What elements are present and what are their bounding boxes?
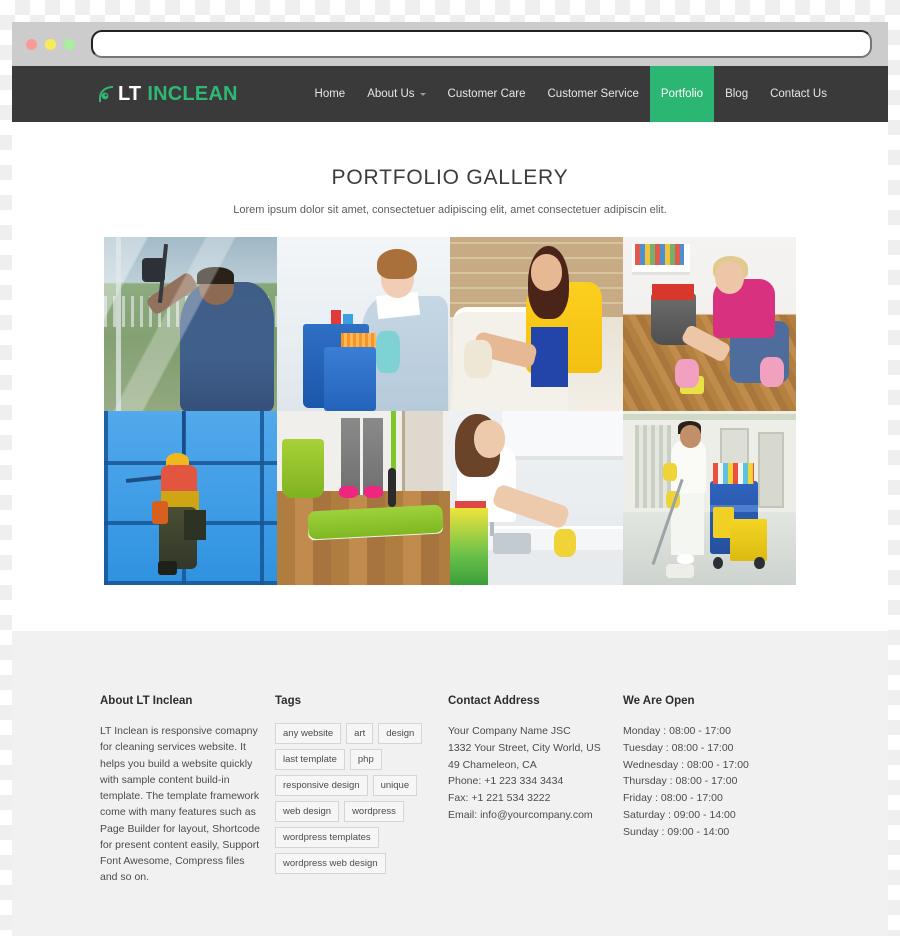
tag-item[interactable]: responsive design [275,775,368,796]
page-content: PORTFOLIO GALLERY Lorem ipsum dolor sit … [12,122,888,936]
tag-item[interactable]: php [349,749,382,770]
footer-columns: About LT Inclean LT Inclean is responsiv… [100,695,800,886]
logo-text-secondary: INCLEAN [147,82,238,105]
nav-item-contact-us[interactable]: Contact Us [759,66,838,122]
nav-label: Customer Care [447,88,526,100]
hours-line-sunday: Sunday : 09:00 - 14:00 [623,825,730,838]
contact-line: Your Company Name JSC [448,725,571,737]
tags-heading: Tags [275,695,301,707]
footer-column-hours: We Are Open Monday : 08:00 - 17:00 Tuesd… [623,695,798,886]
footer-column-contact: Contact Address Your Company Name JSC 13… [448,695,623,886]
tag-cloud: any website art design last template php… [275,723,434,874]
chevron-down-icon [419,92,426,96]
about-body: LT Inclean is responsive comapny for cle… [100,725,260,884]
contact-line: 1332 Your Street, City World, US [448,741,601,754]
address-bar-input[interactable] [91,30,872,58]
nav-item-customer-service[interactable]: Customer Service [537,66,650,122]
gallery-item-rope-access-facade[interactable] [104,411,277,585]
gallery-item-woman-with-bucket[interactable] [277,237,450,411]
footer-column-about: About LT Inclean LT Inclean is responsiv… [100,695,275,886]
tag-item[interactable]: wordpress templates [275,827,379,848]
hours-line-thursday: Thursday : 08:00 - 17:00 [623,775,738,788]
hours-line-wednesday: Wednesday : 08:00 - 17:00 [623,758,749,771]
nav-label: Portfolio [660,88,704,100]
gallery-item-window-cleaner[interactable] [104,237,277,411]
hours-line-tuesday: Tuesday : 08:00 - 17:00 [623,741,734,754]
hours-heading: We Are Open [623,695,695,707]
main-navigation: Home About Us Customer Care Customer Ser… [304,66,888,122]
tag-item[interactable]: any website [275,723,342,744]
site-logo[interactable]: LT INCLEAN [12,66,238,122]
contact-heading: Contact Address [448,695,540,707]
tag-item[interactable]: design [378,723,423,744]
site-header: LT INCLEAN Home About Us Customer Care C… [12,66,888,122]
site-footer: About LT Inclean LT Inclean is responsiv… [12,631,888,936]
gallery-item-floor-scrubbing[interactable] [623,237,796,411]
nav-item-customer-care[interactable]: Customer Care [437,66,537,122]
minimize-window-icon[interactable] [45,38,56,50]
tag-item[interactable]: wordpress web design [275,853,386,874]
gallery-item-green-mop[interactable] [277,411,450,585]
gallery-item-bathtub-cleaning[interactable] [450,237,623,411]
nav-label: Home [314,88,346,100]
close-window-icon[interactable] [26,38,37,50]
portfolio-gallery [104,237,796,585]
tag-item[interactable]: last template [275,749,345,770]
contact-phone: Phone: +1 223 334 3434 [448,775,564,788]
hours-line-saturday: Saturday : 09:00 - 14:00 [623,808,736,821]
gallery-item-janitor-hallway[interactable] [623,411,796,585]
tag-item[interactable]: art [346,723,374,744]
nav-item-about-us[interactable]: About Us [356,66,436,122]
nav-item-home[interactable]: Home [304,66,357,122]
contact-line: 49 Chameleon, CA [448,758,537,771]
about-heading: About LT Inclean [100,695,193,707]
browser-window: LT INCLEAN Home About Us Customer Care C… [12,22,888,936]
nav-label: About Us [367,88,415,100]
traffic-lights [26,38,75,50]
nav-label: Customer Service [547,88,639,100]
hours-line-friday: Friday : 08:00 - 17:00 [623,792,723,805]
maximize-window-icon[interactable] [64,38,75,50]
nav-item-portfolio[interactable]: Portfolio [649,66,715,122]
logo-text-primary: LT [118,82,142,105]
page-subtitle: Lorem ipsum dolor sit amet, consectetuer… [233,204,667,216]
vacuum-swoosh-icon [98,85,116,104]
contact-email[interactable]: Email: info@yourcompany.com [448,807,609,824]
nav-label: Contact Us [770,88,827,100]
nav-label: Blog [725,88,749,100]
tag-item[interactable]: web design [275,801,340,822]
tag-item[interactable]: unique [372,775,418,796]
contact-fax: Fax: +1 221 534 3222 [448,792,551,805]
tag-item[interactable]: wordpress [344,801,404,822]
hours-line-monday: Monday : 08:00 - 17:00 [623,725,731,737]
footer-column-tags: Tags any website art design last templat… [275,695,448,886]
gallery-item-kitchen-cleaning[interactable] [450,411,623,585]
page-title: PORTFOLIO GALLERY [331,166,569,189]
nav-item-blog[interactable]: Blog [714,66,759,122]
browser-chrome [12,22,888,66]
